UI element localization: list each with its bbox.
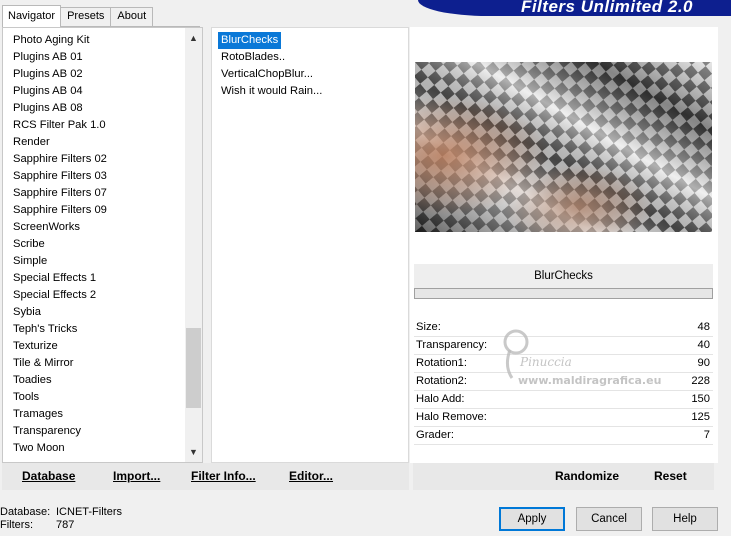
category-item[interactable]: Simple [13,253,107,270]
category-item[interactable]: Render [13,134,107,151]
tab-navigator[interactable]: Navigator [2,5,62,27]
watermark-logo: Pinuccia www.maldiragrafica.eu [490,328,700,390]
parameter-command-bar: Randomize Reset [413,463,714,490]
selected-filter-title: BlurChecks [414,264,713,288]
progress-bar [414,288,713,299]
filter-items: BlurChecks RotoBlades.. VerticalChopBlur..… [218,32,325,100]
category-item[interactable]: Special Effects 1 [13,270,107,287]
database-button[interactable]: Database [22,469,75,483]
parameter-row[interactable]: Halo Add: 150 [414,391,713,409]
scroll-down-icon[interactable]: ▼ [185,444,202,461]
tab-strip: Navigator Presets About [2,5,154,27]
tab-about[interactable]: About [110,7,154,26]
category-item[interactable]: ScreenWorks [13,219,107,236]
status-database: Database: ICNET-Filters [0,506,122,518]
help-button[interactable]: Help [652,507,718,531]
status-database-label: Database: [0,506,51,518]
category-item[interactable]: RCS Filter Pak 1.0 [13,117,107,134]
editor-button[interactable]: Editor... [289,469,333,483]
filter-item[interactable]: Wish it would Rain... [218,83,325,100]
category-item[interactable]: Sapphire Filters 02 [13,151,107,168]
category-item[interactable]: Teph's Tricks [13,321,107,338]
category-item[interactable]: Transparency [13,423,107,440]
category-item[interactable]: Special Effects 2 [13,287,107,304]
randomize-button[interactable]: Randomize [555,469,619,483]
parameter-label: Grader: [416,429,454,441]
watermark-name: Pinuccia [519,355,572,369]
reset-button[interactable]: Reset [654,469,687,483]
parameter-row[interactable]: Grader: 7 [414,427,713,445]
status-filters-value: 787 [56,519,75,531]
cancel-button[interactable]: Cancel [576,507,642,531]
apply-button[interactable]: Apply [499,507,565,531]
parameter-label: Rotation1: [416,357,467,369]
category-item[interactable]: Plugins AB 08 [13,100,107,117]
parameter-label: Transparency: [416,339,488,351]
category-list[interactable]: Photo Aging Kit Plugins AB 01 Plugins AB 0… [2,27,203,463]
parameter-label: Halo Add: [416,393,465,405]
category-items: Photo Aging Kit Plugins AB 01 Plugins AB 0… [13,32,107,457]
filter-info-button[interactable]: Filter Info... [191,469,256,483]
category-item[interactable]: Plugins AB 02 [13,66,107,83]
scroll-up-icon[interactable]: ▲ [185,30,202,47]
preview-image [415,62,712,232]
category-item[interactable]: Plugins AB 04 [13,83,107,100]
category-item[interactable]: Sapphire Filters 07 [13,185,107,202]
filter-list[interactable]: BlurChecks RotoBlades.. VerticalChopBlur..… [211,27,409,463]
status-filters-label: Filters: [0,519,33,531]
app-banner: Filters Unlimited 2.0 [418,0,731,16]
category-item[interactable]: Texturize [13,338,107,355]
filter-item[interactable]: VerticalChopBlur... [218,66,325,83]
import-button[interactable]: Import... [113,469,160,483]
parameter-label: Size: [416,321,441,333]
filter-item[interactable]: RotoBlades.. [218,49,325,66]
parameter-value[interactable]: 7 [704,427,710,444]
category-item[interactable]: Tile & Mirror [13,355,107,372]
command-bar: Database Import... Filter Info... Editor… [2,463,409,490]
parameter-label: Halo Remove: [416,411,487,423]
category-item[interactable]: Toadies [13,372,107,389]
parameter-label: Rotation2: [416,375,467,387]
category-item[interactable]: Tramages [13,406,107,423]
category-item[interactable]: Sapphire Filters 09 [13,202,107,219]
tab-presets[interactable]: Presets [60,7,112,26]
category-item[interactable]: Scribe [13,236,107,253]
category-item[interactable]: Tools [13,389,107,406]
scroll-thumb[interactable] [186,328,201,408]
filter-item[interactable]: BlurChecks [218,32,282,49]
category-scrollbar[interactable]: ▲ ▼ [185,28,202,462]
status-database-value: ICNET-Filters [56,506,122,518]
category-item[interactable]: Photo Aging Kit [13,32,107,49]
category-item[interactable]: Two Moon [13,440,107,457]
watermark-site: www.maldiragrafica.eu [518,374,661,387]
category-item[interactable]: Sapphire Filters 03 [13,168,107,185]
parameter-row[interactable]: Halo Remove: 125 [414,409,713,427]
status-filters: Filters: 787 [0,519,74,531]
category-item[interactable]: Sybia [13,304,107,321]
parameter-value[interactable]: 150 [691,391,710,408]
category-item[interactable]: Plugins AB 01 [13,49,107,66]
parameter-value[interactable]: 125 [691,409,710,426]
